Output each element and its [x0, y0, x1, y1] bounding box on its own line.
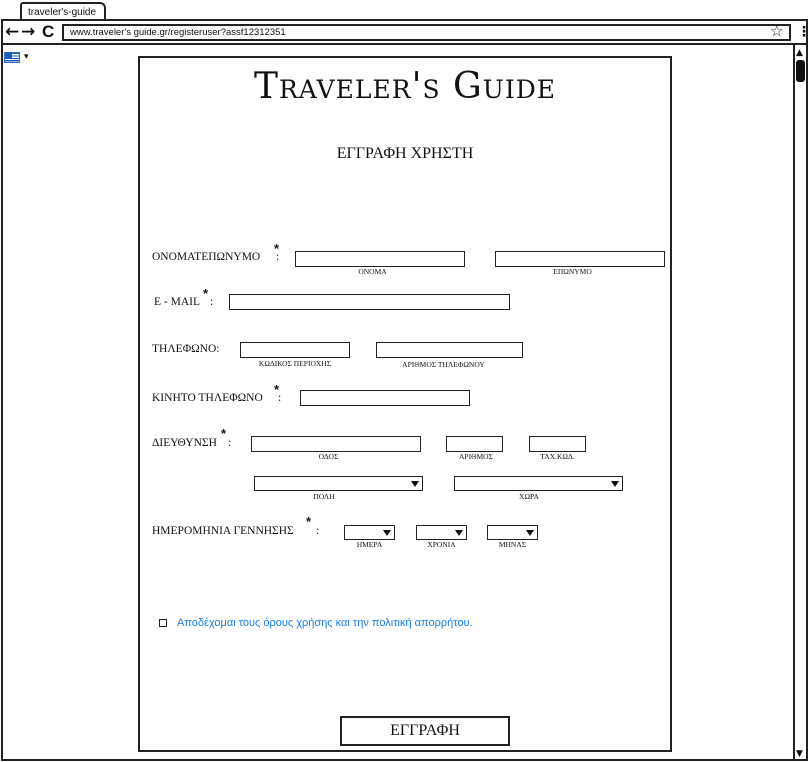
browser-menu-icon[interactable]: ⋮ [797, 23, 810, 41]
required-marker: * [221, 426, 227, 441]
first-name-hint: ΟΝΟΜΑ [358, 267, 387, 276]
day-hint: ΗΜΕΡΑ [356, 540, 383, 549]
toolbar-divider [1, 43, 808, 45]
scroll-down-icon[interactable]: ▼ [796, 749, 803, 759]
back-arrow-icon[interactable]: ← [5, 23, 19, 41]
chevron-down-icon [411, 481, 419, 487]
terms-link[interactable]: Αποδέχομαι τους όρους χρήσης και την πολ… [177, 617, 473, 629]
phone-number-hint: ΑΡΙΘΜΟΣ ΤΗΛΕΦΩΝΟΥ [402, 360, 485, 369]
tab-title: traveler's-guide [28, 7, 97, 18]
year-select[interactable] [416, 525, 467, 540]
year-hint: ΧΡΟΝΙΑ [427, 540, 456, 549]
terms-checkbox[interactable] [159, 619, 167, 627]
address-colon: : [228, 437, 232, 449]
fullname-label: ΟΝΟΜΑΤΕΠΩΝΥΜΟ [152, 251, 261, 263]
city-hint: ΠΟΛΗ [313, 492, 335, 501]
chevron-down-icon [526, 530, 534, 536]
mobile-colon: : [278, 392, 282, 404]
postal-code-hint: ΤΑΧ.ΚΩΔ. [540, 452, 575, 461]
chevron-down-icon [383, 530, 391, 536]
scrollbar-thumb[interactable] [796, 60, 805, 82]
mobile-label: ΚΙΝΗΤΟ ΤΗΛΕΦΩΝΟ [152, 392, 263, 404]
street-number-input[interactable] [446, 436, 503, 452]
month-select[interactable] [487, 525, 538, 540]
address-label: ΔΙΕΥΘΥΝΣΗ [152, 437, 217, 449]
last-name-hint: ΕΠΩΝΥΜΟ [553, 267, 592, 276]
required-marker: * [306, 514, 312, 529]
month-hint: ΜΗΝΑΣ [498, 540, 527, 549]
reload-icon[interactable]: C [42, 23, 54, 41]
url-text: www.traveler's guide.gr/registeruser?ass… [70, 27, 286, 38]
vertical-scrollbar[interactable] [793, 45, 807, 760]
street-hint: ΟΔΟΣ [318, 452, 339, 461]
email-colon: : [210, 296, 214, 308]
mobile-input[interactable] [300, 390, 470, 406]
greek-flag-icon[interactable] [4, 52, 20, 63]
chevron-down-icon [611, 481, 619, 487]
city-select[interactable] [254, 476, 423, 491]
email-input[interactable] [229, 294, 510, 310]
birthdate-colon: : [316, 525, 320, 537]
country-select[interactable] [454, 476, 623, 491]
country-hint: ΧΩΡΑ [519, 492, 539, 501]
first-name-input[interactable] [295, 251, 465, 267]
language-dropdown-caret-icon[interactable]: ▾ [24, 52, 29, 62]
fullname-colon: : [276, 251, 280, 263]
street-number-hint: ΑΡΙΘΜΟΣ [459, 452, 493, 461]
chevron-down-icon [455, 530, 463, 536]
street-input[interactable] [251, 436, 421, 452]
register-button[interactable]: ΕΓΓΡΑΦΗ [340, 716, 510, 746]
last-name-input[interactable] [495, 251, 665, 267]
register-button-label: ΕΓΓΡΑΦΗ [390, 722, 460, 739]
phone-label: ΤΗΛΕΦΩΝΟ: [152, 343, 220, 355]
required-marker: * [203, 286, 209, 301]
phone-number-input[interactable] [376, 342, 523, 358]
scroll-up-icon[interactable]: ▲ [796, 48, 803, 58]
birthdate-label: ΗΜΕΡΟΜΗΝΙΑ ΓΕΝΝΗΣΗΣ [152, 525, 294, 537]
phone-area-code-input[interactable] [240, 342, 350, 358]
address-bar[interactable]: www.traveler's guide.gr/registeruser?ass… [62, 24, 791, 41]
site-logo: Traveler's Guide [253, 66, 557, 107]
page-title: ΕΓΓΡΑΦΗ ΧΡΗΣΤΗ [336, 145, 474, 162]
postal-code-input[interactable] [529, 436, 586, 452]
area-code-hint: ΚΩΔΙΚΟΣ ΠΕΡΙΟΧΗΣ [258, 359, 332, 368]
day-select[interactable] [344, 525, 395, 540]
email-label: Ε - MAIL [154, 296, 200, 308]
forward-arrow-icon[interactable]: → [21, 23, 35, 41]
bookmark-star-icon[interactable]: ☆ [770, 22, 783, 40]
